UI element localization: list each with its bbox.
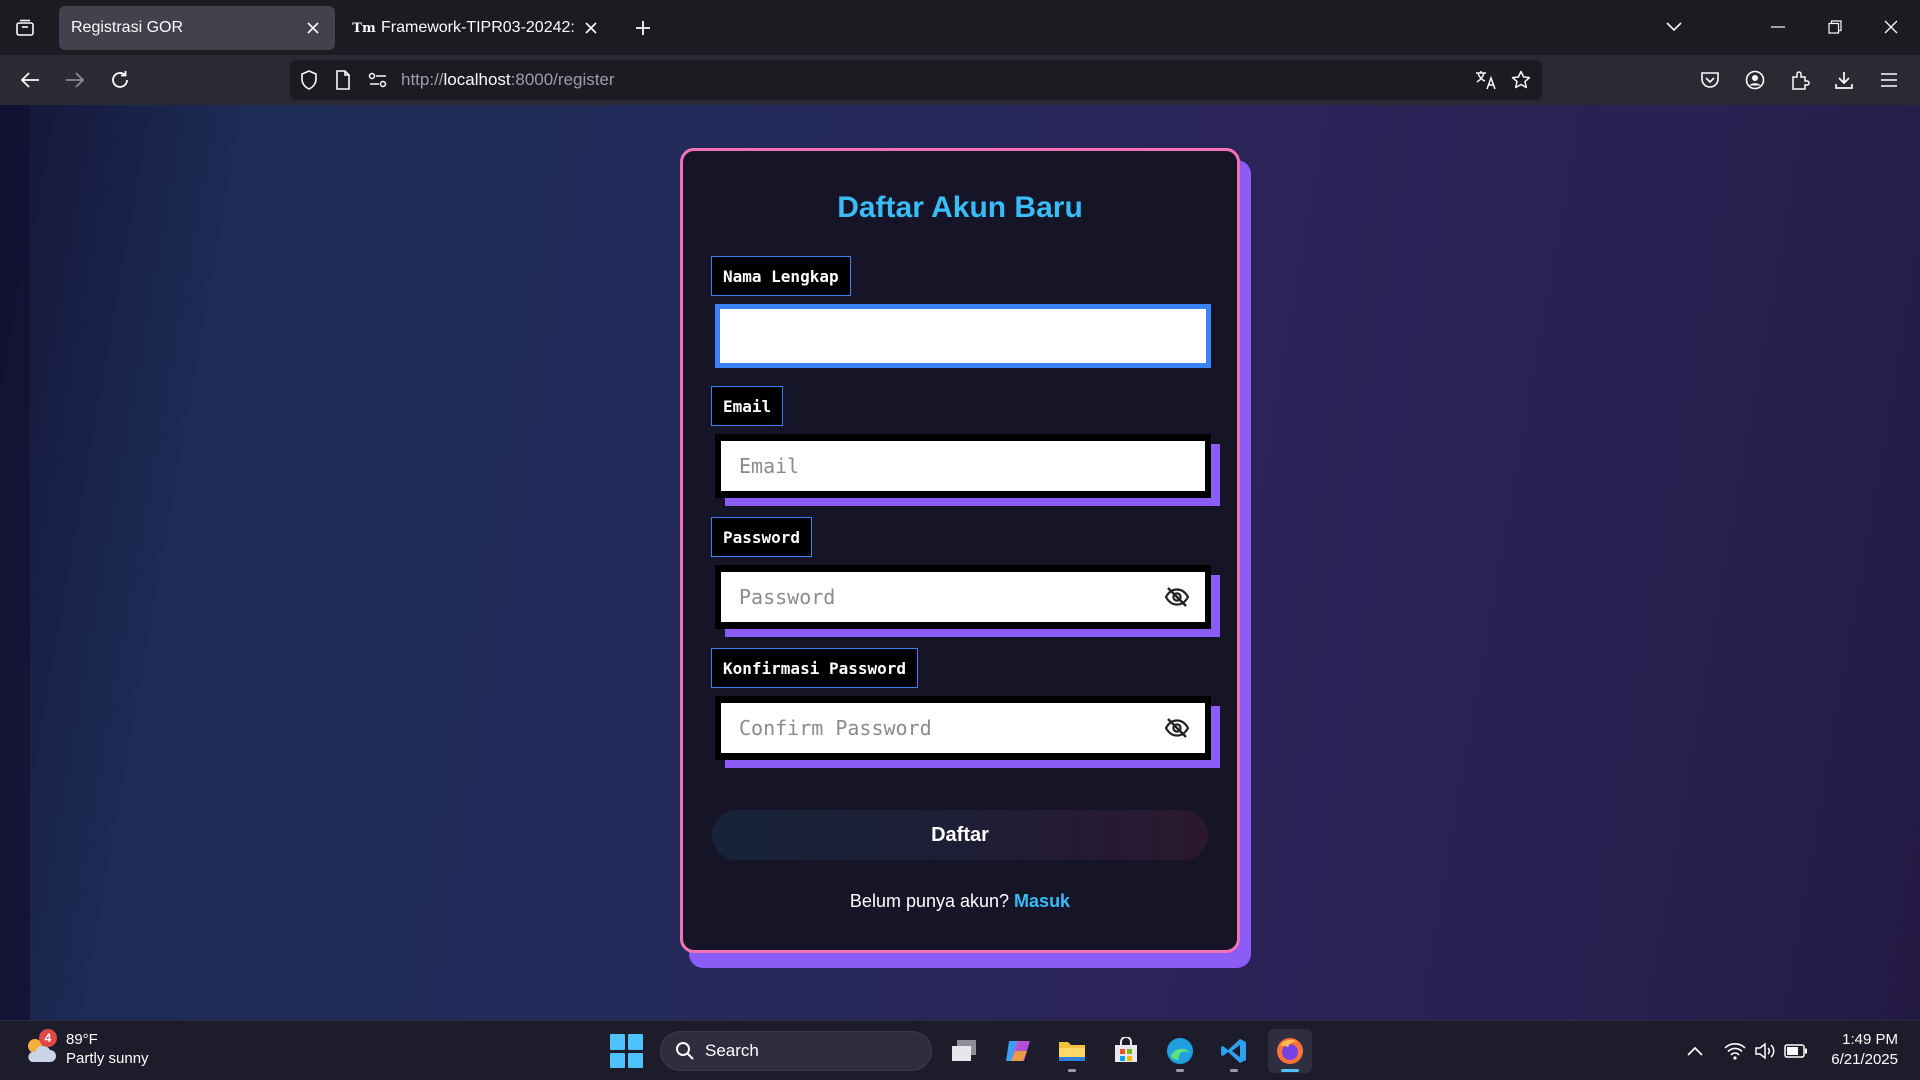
running-indicator — [1230, 1069, 1238, 1072]
shield-icon[interactable] — [297, 68, 321, 92]
taskbar-search[interactable]: Search — [660, 1031, 932, 1071]
name-field-wrapper — [715, 304, 1211, 368]
battery-icon[interactable] — [1784, 1039, 1808, 1063]
eye-off-icon[interactable] — [1163, 716, 1191, 740]
system-clock[interactable]: 1:49 PM 6/21/2025 — [1831, 1030, 1898, 1070]
tab-title: Framework-TIPR03-20242: Attendance — [381, 19, 575, 36]
chevron-down-icon[interactable] — [1654, 10, 1694, 44]
download-icon[interactable] — [1828, 64, 1860, 96]
url-text[interactable]: http://localhost:8000/register — [401, 70, 615, 90]
bookmark-star-icon[interactable] — [1509, 68, 1533, 92]
chevron-up-icon[interactable] — [1683, 1039, 1707, 1063]
search-icon — [676, 1042, 694, 1060]
wifi-icon[interactable] — [1723, 1039, 1747, 1063]
email-label: Email — [711, 386, 784, 426]
account-icon[interactable] — [1739, 64, 1771, 96]
forward-icon[interactable] — [59, 64, 91, 96]
running-indicator — [1176, 1069, 1184, 1072]
tab-list-icon[interactable] — [10, 14, 40, 42]
window-close-icon[interactable] — [1871, 10, 1911, 44]
browser-nav-bar: http://localhost:8000/register — [0, 55, 1920, 105]
back-icon[interactable] — [14, 64, 46, 96]
windows-start-icon[interactable] — [610, 1034, 644, 1068]
copilot-icon[interactable] — [996, 1029, 1040, 1073]
translate-icon[interactable] — [1474, 68, 1498, 92]
running-indicator — [1068, 1069, 1076, 1072]
confirm-password-field-wrapper — [715, 696, 1211, 760]
pocket-icon[interactable] — [1694, 64, 1726, 96]
weather-temperature: 89°F — [66, 1031, 98, 1048]
weather-badge: 4 — [39, 1029, 57, 1047]
page-title: Daftar Akun Baru — [837, 191, 1083, 224]
tab-registrasi-gor[interactable]: Registrasi GOR — [59, 6, 335, 50]
login-link[interactable]: Masuk — [1014, 891, 1070, 911]
new-tab-icon[interactable] — [628, 14, 658, 42]
reload-icon[interactable] — [104, 64, 136, 96]
restore-icon[interactable] — [1815, 10, 1855, 44]
password-label: Password — [711, 517, 813, 557]
task-view-icon[interactable] — [942, 1029, 986, 1073]
search-label: Search — [705, 1041, 759, 1060]
permissions-icon[interactable] — [366, 68, 390, 92]
url-bar[interactable]: http://localhost:8000/register — [290, 60, 1542, 100]
password-field-wrapper — [715, 565, 1211, 629]
submit-button[interactable]: Daftar — [712, 810, 1208, 860]
url-host: localhost — [443, 70, 511, 89]
login-prompt-text: Belum punya akun? — [849, 891, 1010, 911]
clock-time: 1:49 PM — [1842, 1031, 1898, 1048]
running-indicator — [1281, 1069, 1299, 1072]
full-name-input[interactable] — [720, 309, 1206, 363]
url-prefix: http:// — [401, 70, 444, 89]
edge-icon[interactable] — [1158, 1029, 1202, 1073]
password-input[interactable] — [721, 572, 1205, 622]
url-suffix: :8000/register — [510, 70, 615, 89]
email-input[interactable] — [721, 441, 1205, 491]
menu-icon[interactable] — [1873, 64, 1905, 96]
login-prompt: Belum punya akun? Masuk — [683, 891, 1237, 912]
weather-description: Partly sunny — [66, 1050, 149, 1067]
vscode-icon[interactable] — [1212, 1029, 1256, 1073]
extensions-icon[interactable] — [1784, 64, 1816, 96]
email-field-wrapper — [715, 434, 1211, 498]
close-icon[interactable] — [581, 18, 601, 38]
taskbar: 4 89°F Partly sunny Search 1:49 PM 6/21/… — [0, 1020, 1920, 1080]
tab-framework[interactable]: Tm Framework-TIPR03-20242: Attendance — [343, 6, 613, 50]
weather-widget[interactable]: 4 89°F Partly sunny — [22, 1029, 149, 1068]
tab-favicon-icon: Tm — [352, 20, 376, 36]
minimize-icon[interactable] — [1758, 10, 1798, 44]
register-card: Daftar Akun Baru Nama Lengkap Email Pass… — [680, 148, 1240, 953]
page-background: Daftar Akun Baru Nama Lengkap Email Pass… — [0, 105, 1920, 1020]
file-explorer-icon[interactable] — [1050, 1029, 1094, 1073]
browser-tab-bar: Registrasi GOR Tm Framework-TIPR03-20242… — [0, 0, 1920, 55]
eye-off-icon[interactable] — [1163, 585, 1191, 609]
close-icon[interactable] — [303, 18, 323, 38]
tab-title: Registrasi GOR — [71, 19, 184, 36]
clock-date: 6/21/2025 — [1831, 1051, 1898, 1068]
page-icon[interactable] — [331, 68, 355, 92]
volume-icon[interactable] — [1753, 1039, 1777, 1063]
weather-icon: 4 — [22, 1029, 58, 1067]
name-label: Nama Lengkap — [711, 256, 851, 296]
confirm-password-label: Konfirmasi Password — [711, 648, 919, 688]
confirm-password-input[interactable] — [721, 703, 1205, 753]
firefox-icon[interactable] — [1268, 1029, 1312, 1073]
microsoft-store-icon[interactable] — [1104, 1029, 1148, 1073]
